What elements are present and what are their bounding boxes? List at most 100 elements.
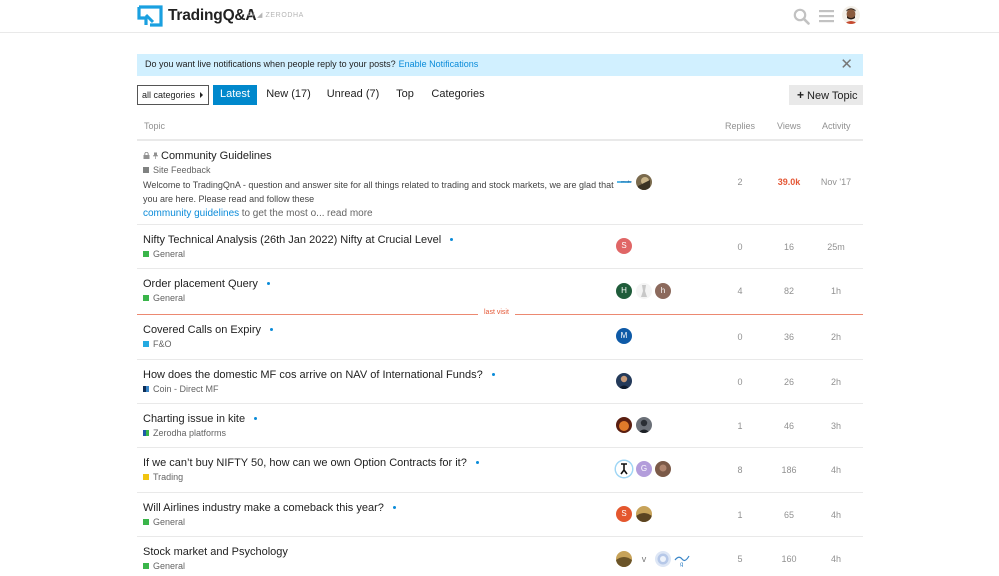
- column-header-replies[interactable]: Replies: [725, 121, 755, 131]
- category-dropdown[interactable]: all categories: [137, 85, 209, 105]
- poster-avatar[interactable]: M: [616, 328, 632, 344]
- activity-time[interactable]: 4h: [816, 510, 856, 520]
- poster-avatar[interactable]: S: [616, 506, 632, 522]
- site-name[interactable]: TradingQ&A: [168, 7, 257, 25]
- pin-icon: [153, 152, 158, 159]
- category-name: Zerodha platforms: [153, 428, 227, 438]
- topic-row: If we can’t buy NIFTY 50, how can we own…: [137, 448, 863, 493]
- topic-title-link[interactable]: Stock market and Psychology: [143, 546, 288, 558]
- poster-avatar[interactable]: [636, 417, 652, 433]
- tab-new[interactable]: New (17): [262, 85, 315, 105]
- activity-time[interactable]: 2h: [816, 377, 856, 387]
- poster-avatar[interactable]: [655, 461, 671, 477]
- topic-title-link[interactable]: Will Airlines industry make a comeback t…: [143, 502, 396, 514]
- views-count: 46: [783, 421, 794, 431]
- tab-unread[interactable]: Unread (7): [322, 85, 384, 105]
- category-badge[interactable]: General: [143, 561, 185, 571]
- enable-notifications-link[interactable]: Enable Notifications: [399, 59, 479, 69]
- category-badge[interactable]: General: [143, 249, 185, 259]
- category-name: General: [153, 293, 186, 303]
- poster-avatar[interactable]: [636, 506, 652, 522]
- category-badge[interactable]: General: [143, 517, 185, 527]
- community-guidelines-link[interactable]: community guidelines: [143, 208, 239, 219]
- close-icon[interactable]: ✕: [840, 57, 853, 72]
- replies-count[interactable]: 0: [725, 242, 755, 252]
- plus-icon: +: [797, 88, 805, 102]
- tab-latest[interactable]: Latest: [213, 85, 257, 105]
- category-badge[interactable]: Zerodha platforms: [143, 428, 226, 438]
- topic-title-link[interactable]: Charting issue in kite: [143, 413, 258, 425]
- category-dropdown-label: all categories: [142, 90, 196, 100]
- poster-avatar[interactable]: [655, 551, 671, 567]
- topic-title: How does the domestic MF cos arrive on N…: [143, 369, 483, 381]
- replies-count[interactable]: 5: [725, 554, 755, 564]
- replies-count[interactable]: 2: [725, 177, 755, 187]
- hamburger-menu-icon[interactable]: [819, 9, 834, 23]
- category-color-swatch: [143, 166, 149, 173]
- replies-count[interactable]: 0: [725, 332, 755, 342]
- category-color-swatch: [143, 562, 149, 569]
- column-header-views[interactable]: Views: [777, 121, 801, 131]
- tab-categories[interactable]: Categories: [428, 85, 488, 105]
- poster-avatar[interactable]: [616, 461, 632, 477]
- category-name: General: [153, 561, 186, 571]
- topic-row: How does the domestic MF cos arrive on N…: [137, 360, 863, 404]
- views-count: 39.0k: [777, 177, 801, 187]
- activity-time[interactable]: 3h: [816, 421, 856, 431]
- unread-dot-icon: [491, 372, 495, 376]
- topic-title-link[interactable]: How does the domestic MF cos arrive on N…: [143, 369, 495, 381]
- poster-avatar[interactable]: h: [655, 283, 671, 299]
- tab-top[interactable]: Top: [390, 85, 420, 105]
- column-header-topic[interactable]: Topic: [144, 121, 165, 131]
- replies-count[interactable]: 1: [725, 421, 755, 431]
- tradingqa-logo-icon[interactable]: [137, 5, 163, 27]
- replies-count[interactable]: 0: [725, 377, 755, 387]
- replies-count[interactable]: 8: [725, 465, 755, 475]
- poster-avatar[interactable]: G: [636, 461, 652, 477]
- notification-banner: Do you want live notifications when peop…: [137, 54, 863, 76]
- activity-time[interactable]: 4h: [816, 554, 856, 564]
- category-badge[interactable]: Trading: [143, 472, 183, 482]
- read-more-link[interactable]: read more: [327, 208, 373, 219]
- caret-right-icon: [200, 92, 203, 98]
- activity-time[interactable]: 1h: [816, 286, 856, 296]
- poster-avatar[interactable]: [616, 551, 632, 567]
- svg-text:g: g: [680, 562, 683, 567]
- activity-time[interactable]: 4h: [816, 465, 856, 475]
- poster-avatar[interactable]: [636, 174, 652, 190]
- category-name: Trading: [153, 472, 184, 482]
- replies-count[interactable]: 4: [725, 286, 755, 296]
- views-count: 65: [783, 510, 794, 520]
- zerodha-logo-avatar[interactable]: zerodha: [616, 174, 632, 190]
- category-name: F&O: [153, 339, 172, 349]
- new-topic-button[interactable]: + New Topic: [789, 85, 863, 105]
- category-badge[interactable]: Site Feedback: [143, 165, 211, 175]
- topic-title-link[interactable]: Covered Calls on Expiry: [143, 324, 273, 336]
- activity-time[interactable]: 2h: [816, 332, 856, 342]
- poster-avatar[interactable]: v: [636, 551, 652, 567]
- poster-avatar[interactable]: H: [616, 283, 632, 299]
- activity-time[interactable]: Nov '17: [816, 177, 856, 187]
- unread-dot-icon: [270, 327, 273, 331]
- topic-title-link[interactable]: Nifty Technical Analysis (26th Jan 2022)…: [143, 234, 454, 246]
- topic-title-link[interactable]: Community Guidelines: [143, 150, 272, 162]
- user-avatar[interactable]: [842, 6, 860, 24]
- poster-avatar[interactable]: S: [616, 238, 632, 254]
- poster-avatar[interactable]: [616, 417, 632, 433]
- poster-avatar[interactable]: [616, 373, 632, 389]
- topic-title: Community Guidelines: [161, 150, 272, 162]
- category-color-swatch: [143, 340, 149, 347]
- poster-avatar[interactable]: [636, 283, 652, 299]
- replies-count[interactable]: 1: [725, 510, 755, 520]
- topic-title-link[interactable]: If we can’t buy NIFTY 50, how can we own…: [143, 457, 479, 469]
- category-badge[interactable]: F&O: [143, 339, 172, 349]
- activity-time[interactable]: 25m: [816, 242, 856, 252]
- poster-avatar[interactable]: g: [674, 551, 690, 567]
- search-icon[interactable]: [793, 8, 810, 25]
- column-header-activity[interactable]: Activity: [822, 121, 851, 131]
- category-badge[interactable]: Coin - Direct MF: [143, 384, 219, 394]
- category-badge[interactable]: General: [143, 293, 185, 303]
- topic-title-link[interactable]: Order placement Query: [143, 278, 270, 290]
- views-count: 186: [781, 465, 797, 475]
- unread-dot-icon: [475, 460, 479, 464]
